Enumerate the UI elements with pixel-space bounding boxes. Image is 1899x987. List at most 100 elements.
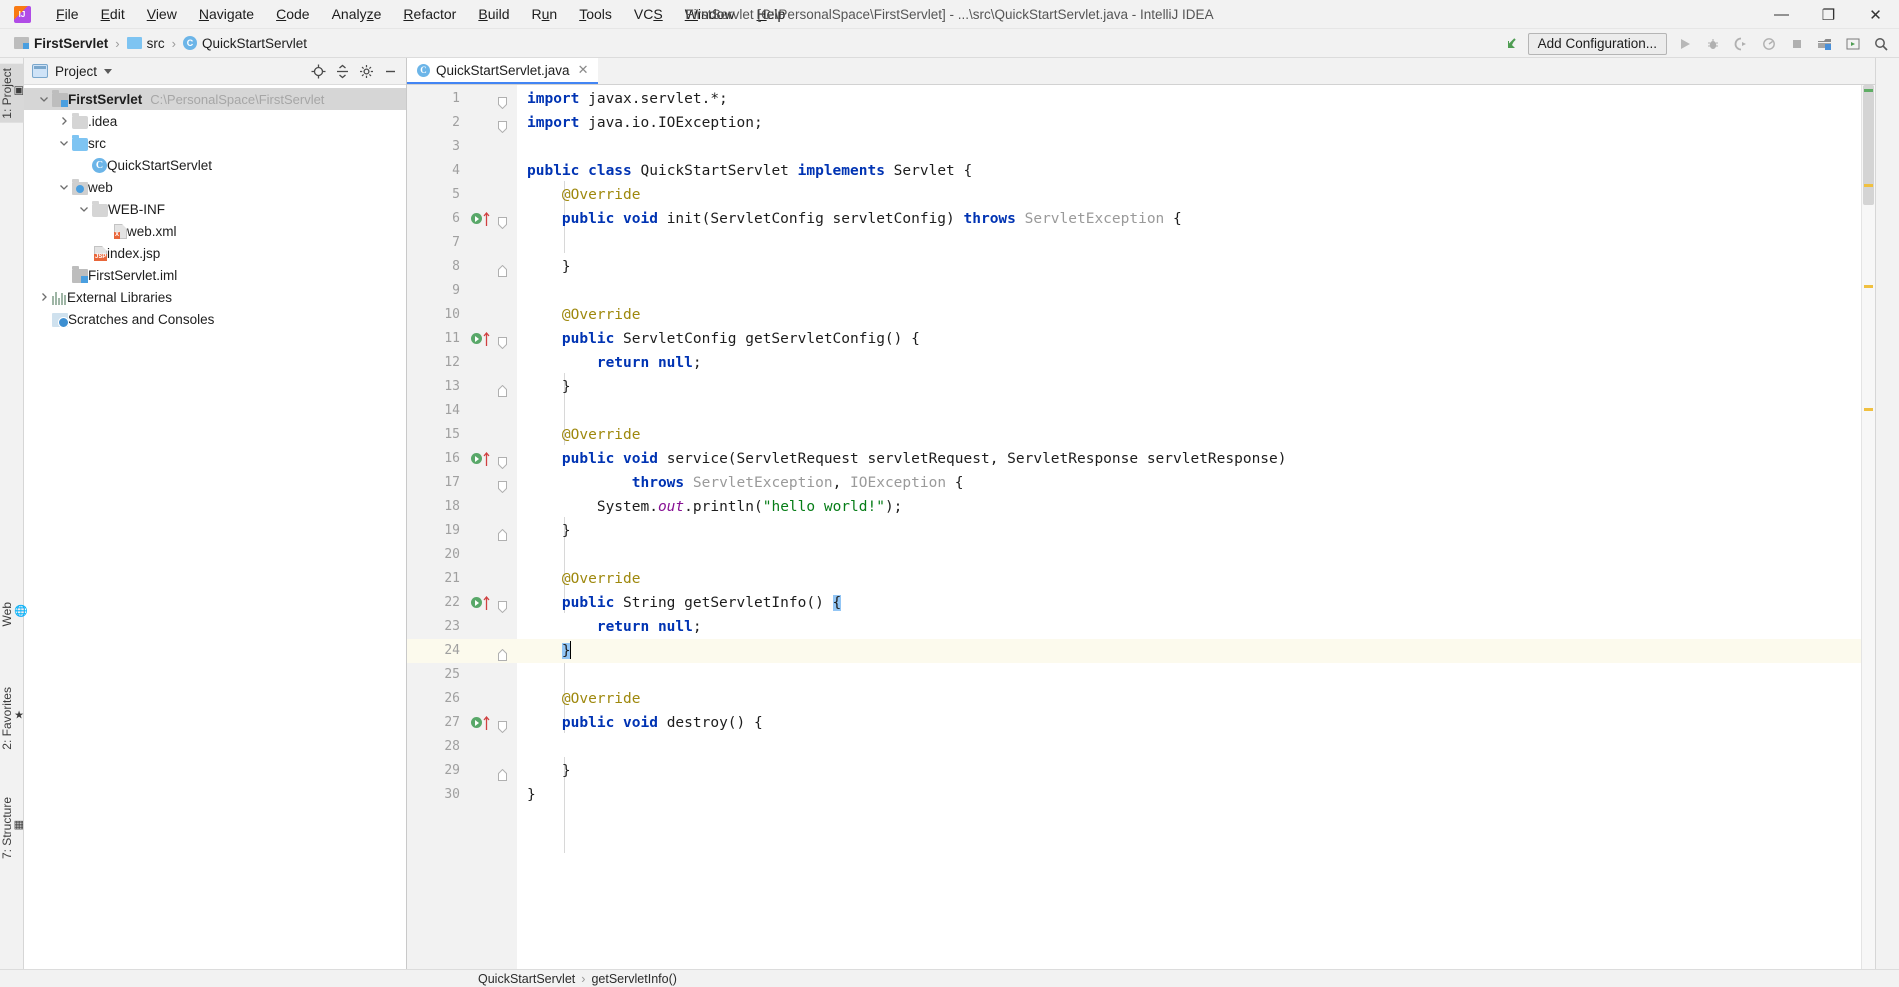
code-line[interactable]: } — [517, 759, 1861, 783]
gutter-markers[interactable] — [469, 85, 517, 969]
profile-icon[interactable] — [1756, 32, 1782, 56]
close-icon[interactable]: ✕ — [576, 62, 591, 78]
code-line[interactable]: @Override — [517, 687, 1861, 711]
run-gutter-icon[interactable] — [471, 333, 482, 344]
breadcrumb-item-src[interactable]: src — [124, 35, 168, 52]
gutter-marker-row[interactable] — [469, 615, 517, 639]
editor-marker-bar[interactable] — [1861, 85, 1875, 969]
add-configuration-button[interactable]: Add Configuration... — [1527, 32, 1667, 55]
status-breadcrumb-item[interactable]: QuickStartServlet — [478, 972, 575, 986]
code-fold-icon[interactable] — [497, 117, 508, 134]
tree-node-web[interactable]: web — [24, 176, 406, 198]
chevron-down-icon[interactable] — [56, 135, 72, 151]
gutter-marker-row[interactable] — [469, 543, 517, 567]
code-line[interactable]: public class QuickStartServlet implement… — [517, 159, 1861, 183]
gutter-marker-row[interactable] — [469, 159, 517, 183]
code-line[interactable]: } — [517, 375, 1861, 399]
code-line[interactable]: throws ServletException, IOException { — [517, 471, 1861, 495]
status-breadcrumb-item[interactable]: getServletInfo() — [591, 972, 676, 986]
tree-node--idea[interactable]: .idea — [24, 110, 406, 132]
implementing-method-icon[interactable] — [483, 715, 490, 730]
minimize-button[interactable]: — — [1758, 0, 1805, 29]
code-fold-icon[interactable] — [497, 93, 508, 110]
gutter-marker-row[interactable] — [469, 111, 517, 135]
menu-refactor[interactable]: Refactor — [392, 3, 467, 25]
gutter-marker-row[interactable] — [469, 735, 517, 759]
tool-window-button-2-favorites[interactable]: 2: Favorites ★ — [0, 683, 24, 754]
code-fold-icon[interactable] — [497, 765, 508, 781]
gutter-marker-row[interactable] — [469, 183, 517, 207]
gutter-marker-row[interactable] — [469, 375, 517, 399]
code-line[interactable]: public ServletConfig getServletConfig() … — [517, 327, 1861, 351]
menu-help[interactable]: Help — [746, 3, 797, 25]
menu-vcs[interactable]: VCS — [623, 3, 674, 25]
implementing-method-icon[interactable] — [483, 595, 490, 610]
code-line[interactable]: } — [517, 519, 1861, 543]
chevron-down-icon[interactable] — [56, 179, 72, 195]
code-line[interactable] — [517, 135, 1861, 159]
project-tree[interactable]: FirstServlet C:\PersonalSpace\FirstServle… — [24, 85, 406, 330]
code-line[interactable]: public void service(ServletRequest servl… — [517, 447, 1861, 471]
code-fold-icon[interactable] — [497, 717, 508, 734]
code-line[interactable]: @Override — [517, 423, 1861, 447]
run-gutter-icon[interactable] — [471, 597, 482, 608]
locate-icon[interactable] — [306, 61, 330, 83]
code-line[interactable]: } — [517, 783, 1861, 807]
gutter-marker-row[interactable] — [469, 447, 517, 471]
menu-view[interactable]: View — [136, 3, 188, 25]
run-with-coverage-icon[interactable] — [1728, 32, 1754, 56]
collapse-all-icon[interactable] — [330, 61, 354, 83]
menu-run[interactable]: Run — [521, 3, 569, 25]
tree-node-web-xml[interactable]: Xweb.xml — [24, 220, 406, 242]
code-fold-icon[interactable] — [497, 213, 508, 230]
run-gutter-icon[interactable] — [471, 453, 482, 464]
breadcrumb-item-quickstartservlet[interactable]: C QuickStartServlet — [180, 35, 310, 52]
tool-window-button-web[interactable]: Web 🌐 — [0, 598, 28, 630]
menu-navigate[interactable]: Navigate — [188, 3, 265, 25]
tool-window-button-1-project[interactable]: 1: Project ▣ — [0, 64, 24, 123]
tree-node-quickstartservlet[interactable]: C QuickStartServlet — [24, 154, 406, 176]
menu-analyze[interactable]: Analyze — [321, 3, 393, 25]
maximize-button[interactable]: ❐ — [1805, 0, 1852, 29]
run-icon[interactable] — [1672, 32, 1698, 56]
tree-node-firstservlet-iml[interactable]: FirstServlet.iml — [24, 264, 406, 286]
code-fold-icon[interactable] — [497, 645, 508, 661]
code-line[interactable]: @Override — [517, 567, 1861, 591]
run-gutter-icon[interactable] — [471, 717, 482, 728]
code-fold-icon[interactable] — [497, 333, 508, 350]
code-fold-icon[interactable] — [497, 477, 508, 494]
menu-edit[interactable]: Edit — [90, 3, 136, 25]
search-everywhere-icon[interactable] — [1868, 32, 1894, 56]
gutter-marker-row[interactable] — [469, 303, 517, 327]
code-line[interactable] — [517, 663, 1861, 687]
menu-window[interactable]: Window — [674, 3, 746, 25]
hide-icon[interactable] — [378, 61, 402, 83]
code-fold-icon[interactable] — [497, 525, 508, 541]
editor-tab-quickstartservlet[interactable]: C QuickStartServlet.java ✕ — [407, 58, 599, 84]
gutter-marker-row[interactable] — [469, 327, 517, 351]
code-line[interactable]: } — [517, 639, 1861, 663]
code-line[interactable]: import java.io.IOException; — [517, 111, 1861, 135]
stop-icon[interactable] — [1784, 32, 1810, 56]
tree-node-web-inf[interactable]: WEB-INF — [24, 198, 406, 220]
code-line[interactable]: @Override — [517, 183, 1861, 207]
implementing-method-icon[interactable] — [483, 451, 490, 466]
run-gutter-icon[interactable] — [471, 213, 482, 224]
code-line[interactable]: import javax.servlet.*; — [517, 87, 1861, 111]
chevron-right-icon[interactable] — [36, 289, 52, 305]
gutter-marker-row[interactable] — [469, 663, 517, 687]
gutter-marker-row[interactable] — [469, 639, 517, 663]
gutter-marker-row[interactable] — [469, 591, 517, 615]
tree-node-index-jsp[interactable]: JSP index.jsp — [24, 242, 406, 264]
tree-node-firstservlet[interactable]: FirstServlet C:\PersonalSpace\FirstServle… — [24, 88, 406, 110]
code-fold-icon[interactable] — [497, 381, 508, 397]
code-line[interactable] — [517, 231, 1861, 255]
breadcrumb-item-firstservlet[interactable]: FirstServlet — [11, 35, 111, 52]
code-line[interactable]: public void destroy() { — [517, 711, 1861, 735]
gutter-marker-row[interactable] — [469, 399, 517, 423]
gutter-marker-row[interactable] — [469, 351, 517, 375]
gutter-marker-row[interactable] — [469, 231, 517, 255]
gutter-marker-row[interactable] — [469, 759, 517, 783]
chevron-down-icon[interactable] — [36, 91, 52, 107]
code-line[interactable]: @Override — [517, 303, 1861, 327]
